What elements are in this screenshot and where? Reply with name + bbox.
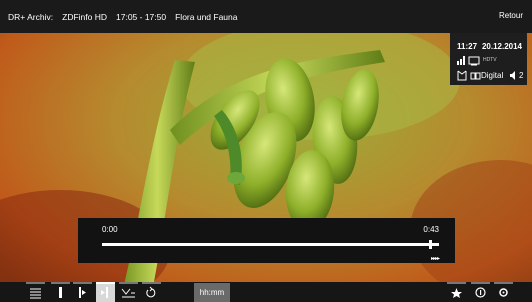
time-jump-input[interactable]: hh:mm xyxy=(194,283,230,302)
bookmark-back-icon xyxy=(79,287,86,298)
tv-archive-player: DR+ Archiv: ZDFinfo HD 17:05 - 17:50 Flo… xyxy=(0,0,532,302)
bookmark-button[interactable] xyxy=(51,282,70,302)
info-button[interactable] xyxy=(471,282,490,302)
hdtv-label: HDTV xyxy=(483,57,497,63)
bookmark-icon xyxy=(59,287,62,298)
dual-screen-icon xyxy=(470,72,481,80)
playback-progress-panel: 0:00 0:43 ▸▸▸▸ xyxy=(78,218,455,263)
star-icon xyxy=(451,288,462,298)
progress-track[interactable] xyxy=(102,243,439,246)
fast-forward-indicator: ▸▸▸▸ xyxy=(430,256,440,262)
reception-type: Digital xyxy=(481,71,504,80)
end-time: 0:43 xyxy=(423,225,439,234)
settings-icon xyxy=(499,288,508,297)
current-date: 20.12.2014 xyxy=(481,42,522,51)
reception-row: Digital 2 xyxy=(457,70,527,81)
info-box: 11:27 20.12.2014 HDTV Digital 2 xyxy=(450,33,527,85)
repeat-button[interactable] xyxy=(142,282,161,302)
top-bar: DR+ Archiv: ZDFinfo HD 17:05 - 17:50 Flo… xyxy=(0,0,532,33)
back-button[interactable]: Retour xyxy=(499,11,523,20)
audio-channels: 2 xyxy=(519,71,524,80)
list-icon xyxy=(30,288,41,299)
program-title: Flora und Fauna xyxy=(175,11,238,22)
time-range: 17:05 - 17:50 xyxy=(116,11,167,22)
progress-marker[interactable] xyxy=(429,240,433,249)
clock-time: 11:27 xyxy=(457,42,478,51)
bookmark-forward-icon xyxy=(101,287,108,298)
channel-name: ZDFinfo HD xyxy=(62,11,107,22)
bookmark-forward-button[interactable] xyxy=(96,282,115,302)
speaker-icon xyxy=(510,71,515,80)
info-icon xyxy=(475,287,486,298)
status-icons-row: HDTV xyxy=(457,55,521,66)
list-button[interactable] xyxy=(26,282,45,302)
repeat-icon xyxy=(146,286,156,298)
signal-icon xyxy=(457,56,465,65)
bookmark-back-button[interactable] xyxy=(73,282,92,302)
antenna-icon xyxy=(457,70,467,81)
subtitle-button[interactable] xyxy=(119,282,138,302)
settings-button[interactable] xyxy=(494,282,513,302)
screen-icon xyxy=(468,56,480,66)
favorite-button[interactable] xyxy=(447,282,466,302)
bottom-control-bar xyxy=(0,282,532,302)
subtitle-icon xyxy=(121,288,135,298)
start-time: 0:00 xyxy=(102,225,118,234)
archive-label: DR+ Archiv: xyxy=(8,11,54,22)
